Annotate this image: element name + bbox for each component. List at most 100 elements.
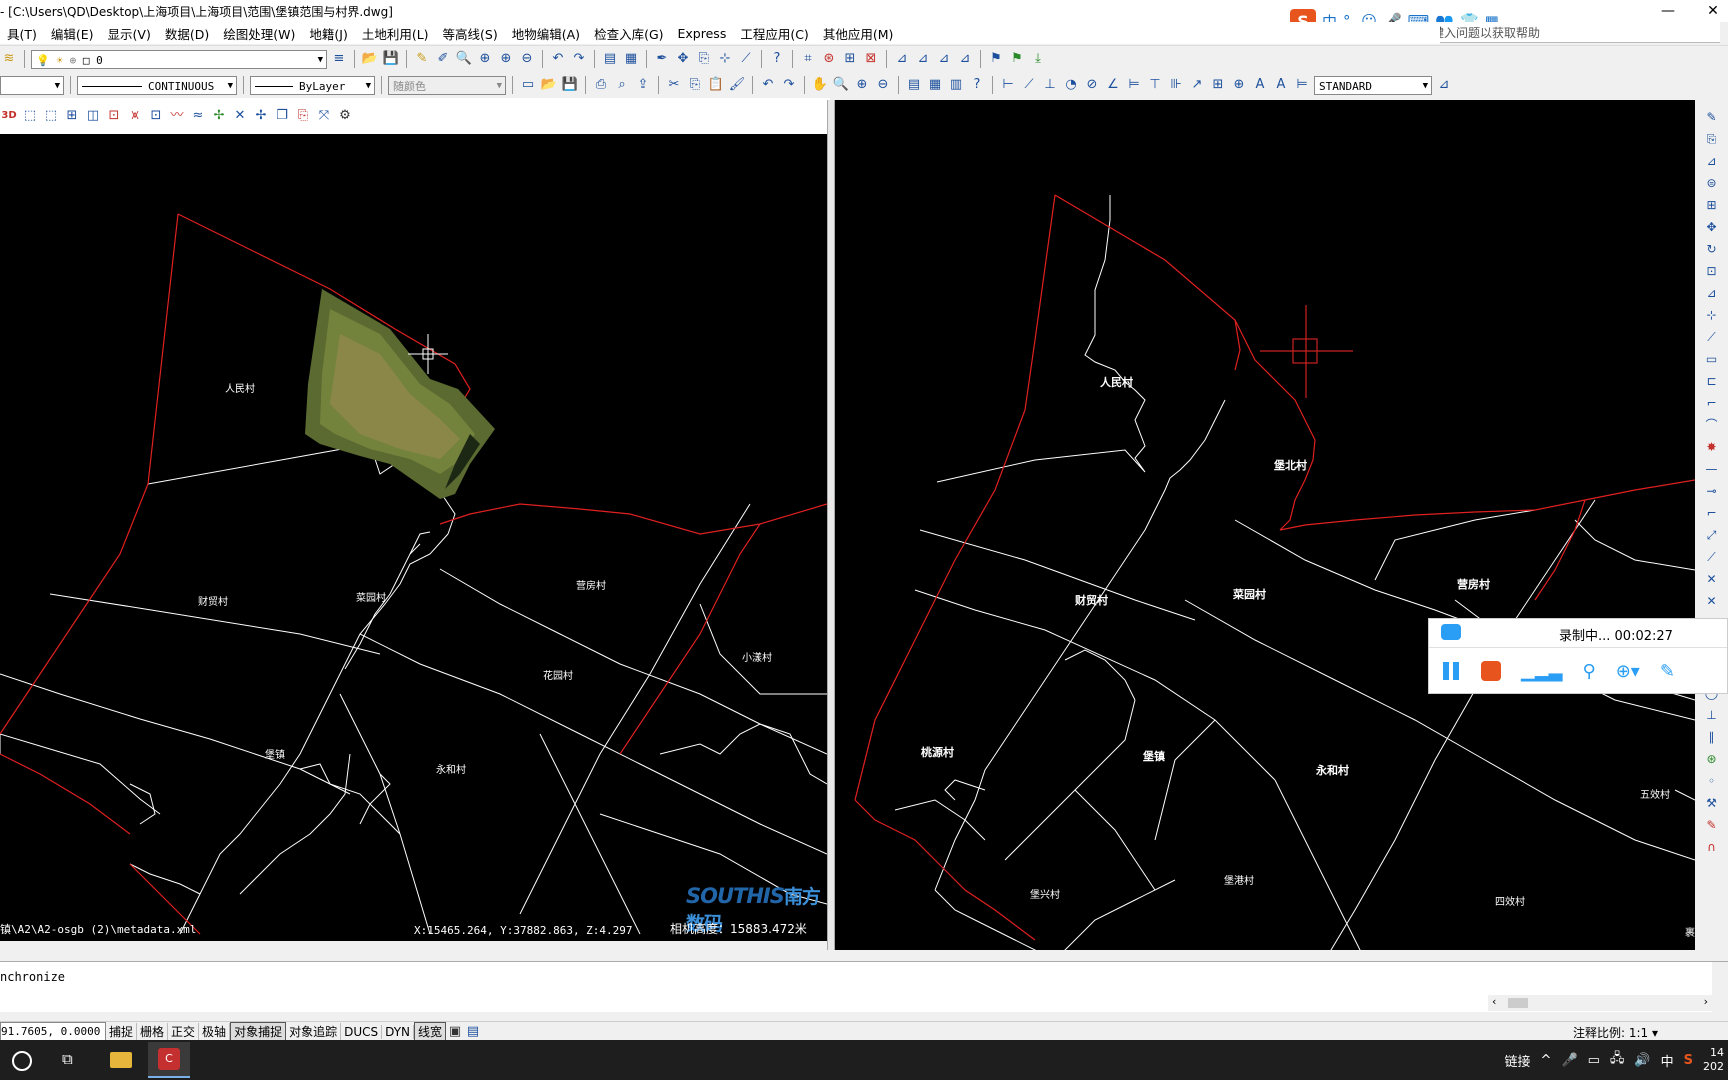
open-icon[interactable]: 📂 xyxy=(361,50,379,68)
survey-icon-3[interactable]: ⊞ xyxy=(841,50,859,68)
group-icon[interactable]: ⊛ xyxy=(1703,750,1721,769)
mark-icon[interactable]: ⚲ xyxy=(1583,661,1596,682)
perpendicular-icon[interactable]: ⊥ xyxy=(1703,706,1721,725)
box-icon[interactable]: ⬚ xyxy=(21,107,39,125)
cube-icon[interactable]: ◫ xyxy=(84,107,102,125)
cortana-search-icon[interactable] xyxy=(12,1051,32,1071)
zoom-window-icon[interactable]: ⊕ xyxy=(476,50,494,68)
annotation-scale[interactable]: 注释比例: 1:1 ▾ xyxy=(1573,1024,1658,1041)
erase-icon[interactable]: ✎ xyxy=(1703,108,1721,127)
minimize-button[interactable]: — xyxy=(1653,0,1683,22)
menu-contour[interactable]: 等高线(S) xyxy=(436,24,505,43)
survey-icon-6[interactable]: ⊿ xyxy=(914,50,932,68)
annotation-scale-value[interactable]: 1:1 xyxy=(1629,1026,1648,1040)
survey-icon-1[interactable]: ⌗ xyxy=(799,50,817,68)
stop-button[interactable] xyxy=(1481,661,1501,681)
copy-icon[interactable]: ⎘ xyxy=(695,50,713,68)
layer-combo[interactable]: 💡 ☀ ⊕ □ 0 ▼ xyxy=(31,49,327,69)
pause-button[interactable] xyxy=(1443,662,1461,680)
menu-cadastre[interactable]: 地籍(J) xyxy=(302,24,354,43)
paste-icon[interactable]: 📋 xyxy=(707,76,725,94)
survey-icon-2[interactable]: ⊛ xyxy=(820,50,838,68)
search-icon[interactable]: ⚲ xyxy=(1432,23,1714,38)
cut-icon[interactable]: ✂ xyxy=(665,76,683,94)
table-icon[interactable]: ▦ xyxy=(622,50,640,68)
break-at-point-icon[interactable]: ⊏ xyxy=(1703,372,1721,391)
brush-icon[interactable]: 🖌 xyxy=(728,76,746,94)
osgb-viewport[interactable]: 人民村 财贸村 菜园村 营房村 花园村 小漾村 堡镇 永和村 SOUTHIS南方… xyxy=(0,134,827,941)
task-view-icon[interactable]: ⧉ xyxy=(62,1050,73,1068)
menu-check[interactable]: 检查入库(G) xyxy=(587,24,670,43)
cass-app-button[interactable]: C xyxy=(148,1042,190,1078)
zoom-previous-icon[interactable]: ⊖ xyxy=(874,76,892,94)
extend-icon[interactable]: ⟋ xyxy=(737,50,755,68)
point-edit-icon[interactable]: ✢ xyxy=(252,107,270,125)
new-icon[interactable]: ▭ xyxy=(519,76,537,94)
audio-level-icon[interactable]: ▁▂▃ xyxy=(1521,661,1563,682)
trim-icon[interactable]: ⊹ xyxy=(716,50,734,68)
magnet-icon[interactable]: ∩ xyxy=(1703,838,1721,857)
box-edit-icon[interactable]: ⬚ xyxy=(42,107,60,125)
survey-icon-10[interactable]: ⚑ xyxy=(1008,50,1026,68)
scale-icon[interactable]: ⊡ xyxy=(1703,262,1721,281)
screen-recorder[interactable]: 录制中... 00:02:27 ▁▂▃ ⚲ ⊕▾ ✎ xyxy=(1428,618,1728,694)
layout-icon[interactable]: ▤ xyxy=(464,1023,482,1041)
break-icon[interactable]: ▭ xyxy=(1703,350,1721,369)
survey-icon-7[interactable]: ⊿ xyxy=(935,50,953,68)
dim-radius-icon[interactable]: ◔ xyxy=(1062,76,1080,94)
otrack-toggle[interactable]: 对象追踪 xyxy=(286,1023,342,1040)
menu-engineering[interactable]: 工程应用(C) xyxy=(733,24,815,43)
view-3d-icon[interactable]: 3D xyxy=(0,107,18,125)
ducs-toggle[interactable]: DUCS xyxy=(341,1024,383,1039)
terrain-icon[interactable]: ⩙ xyxy=(126,107,144,125)
leader-icon[interactable]: ↗ xyxy=(1188,76,1206,94)
center-mark-icon[interactable]: ⊕ xyxy=(1230,76,1248,94)
layer-prev-icon[interactable]: ≡ xyxy=(330,50,348,68)
stretch-icon[interactable]: ⊿ xyxy=(1703,284,1721,303)
dim-aligned-icon[interactable]: ⟋ xyxy=(1020,76,1038,94)
menu-express[interactable]: Express xyxy=(671,26,734,41)
chevron-down-icon[interactable]: ▼ xyxy=(55,77,60,94)
save-icon[interactable]: 💾 xyxy=(561,76,579,94)
volume-icon[interactable]: 🔊 xyxy=(1634,1053,1650,1068)
cad-viewport[interactable]: 人民村 堡北村 财贸村 菜园村 营房村 桃源村 堡镇 永和村 五效村 堡兴村 堡… xyxy=(835,100,1695,950)
copy-icon[interactable]: ⎘ xyxy=(686,76,704,94)
cross-icon[interactable]: ✕ xyxy=(1703,592,1721,611)
delete-duplicate-icon[interactable]: ✕ xyxy=(1703,570,1721,589)
snap-toggle[interactable]: 捕捉 xyxy=(106,1023,138,1040)
survey-icon-8[interactable]: ⊿ xyxy=(956,50,974,68)
help-search[interactable]: 键入问题以获取帮助 ⚲ xyxy=(1430,22,1720,43)
chevron-left-icon[interactable]: ‹ xyxy=(1492,995,1496,1008)
grid-toggle[interactable]: 栅格 xyxy=(137,1023,169,1040)
left-map-canvas[interactable] xyxy=(0,134,827,941)
lengthen-icon[interactable]: ⟋ xyxy=(1703,548,1721,567)
design-center-icon[interactable]: ▦ xyxy=(926,76,944,94)
help-icon[interactable]: ? xyxy=(968,76,986,94)
dyn-toggle[interactable]: DYN xyxy=(382,1024,415,1039)
clock[interactable]: 14 202 xyxy=(1703,1046,1724,1074)
properties-icon[interactable]: ▤ xyxy=(601,50,619,68)
point-add-icon[interactable]: ✢ xyxy=(210,107,228,125)
chevron-up-icon[interactable]: ^ xyxy=(1541,1053,1552,1068)
sogou-tray-icon[interactable]: S xyxy=(1684,1053,1693,1068)
trim-icon[interactable]: ⊹ xyxy=(1703,306,1721,325)
menu-data[interactable]: 数据(D) xyxy=(158,24,216,43)
dim-quick-icon[interactable]: ⊪ xyxy=(1167,76,1185,94)
dim-diameter-icon[interactable]: ⊘ xyxy=(1083,76,1101,94)
water-icon[interactable]: ≈ xyxy=(189,107,207,125)
dim-text-edit-icon[interactable]: A xyxy=(1272,76,1290,94)
chamfer-icon[interactable]: ⌐ xyxy=(1703,394,1721,413)
zoom-window-icon[interactable]: ⊕ xyxy=(853,76,871,94)
pencil-icon[interactable]: ✎ xyxy=(413,50,431,68)
command-window[interactable]: nchronize xyxy=(0,961,1728,1012)
move-icon[interactable]: ✥ xyxy=(674,50,692,68)
tray-link[interactable]: 链接 xyxy=(1505,1051,1531,1070)
pen-icon[interactable]: ✒ xyxy=(653,50,671,68)
copy-object-icon[interactable]: ⎘ xyxy=(1703,130,1721,149)
microphone-icon[interactable]: 🎤 xyxy=(1561,1053,1577,1068)
dim-edit-icon[interactable]: A xyxy=(1251,76,1269,94)
mirror-icon[interactable]: ⊿ xyxy=(1703,152,1721,171)
chevron-down-icon[interactable]: ▼ xyxy=(318,51,323,68)
menu-tools[interactable]: 具(T) xyxy=(0,24,44,43)
coordinates-display[interactable]: 91.7605, 0.0000 xyxy=(0,1022,106,1041)
